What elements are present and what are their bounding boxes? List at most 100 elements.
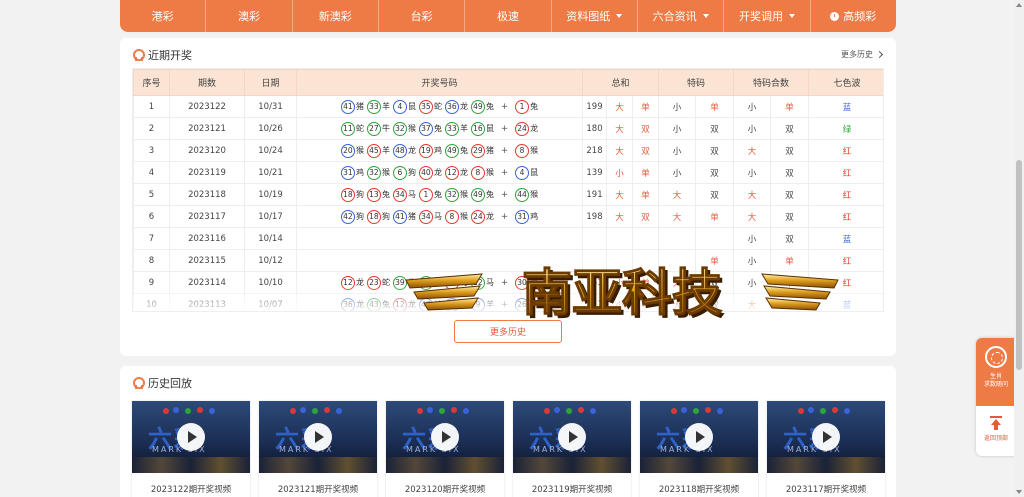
cell-date: 10/10 bbox=[244, 271, 297, 294]
video-title[interactable]: 2023121期开奖视频 bbox=[259, 483, 377, 495]
lottery-ball: 13 兔 bbox=[366, 187, 390, 202]
ball-number: 36 bbox=[340, 297, 355, 311]
video-title[interactable]: 2023117期开奖视频 bbox=[767, 483, 885, 495]
ball-zodiac: 狗 bbox=[407, 168, 416, 177]
cell-date: 10/19 bbox=[244, 183, 297, 206]
cell-special-parity: 单 bbox=[695, 205, 735, 228]
ball-zodiac: 马 bbox=[433, 212, 442, 221]
ball-zodiac: 龙 bbox=[355, 278, 364, 287]
video-thumbnail[interactable]: 六彩 MARK SIX bbox=[386, 401, 504, 473]
cell-index: 4 bbox=[133, 161, 170, 184]
video-title[interactable]: 2023120期开奖视频 bbox=[386, 483, 504, 495]
video-card[interactable]: 六彩 MARK SIX 2023122期开奖视频 bbox=[132, 401, 250, 497]
ball-number: 32 bbox=[444, 187, 459, 202]
more-history-button[interactable]: 更多历史 bbox=[454, 320, 562, 343]
zodiac-tool-button[interactable]: 生肖 求数随问 bbox=[976, 338, 1016, 406]
lottery-ball: 16 鼠 bbox=[470, 121, 494, 136]
ball-zodiac: 马 bbox=[407, 190, 416, 199]
nav-item-new-macau[interactable]: 新澳彩 bbox=[293, 0, 379, 32]
video-thumbnail[interactable]: 六彩 MARK SIX bbox=[259, 401, 377, 473]
cell-issue: 2023114 bbox=[169, 271, 245, 294]
cell-index: 5 bbox=[133, 183, 170, 206]
table-row: 4 2023119 10/21 31 鸡 32 猴 6 狗 40 龙 12 龙 8 猴 +4 鼠 139 小单小双小… bbox=[133, 161, 883, 184]
ball-number: 12 bbox=[340, 275, 355, 290]
ball-number: 49 bbox=[444, 143, 459, 158]
ball-zodiac: 狗 bbox=[381, 212, 390, 221]
play-icon[interactable] bbox=[431, 423, 459, 451]
video-thumbnail[interactable]: 六彩 MARK SIX bbox=[640, 401, 758, 473]
cell-numbers: 31 鸡 32 猴 6 狗 40 龙 12 龙 8 猴 +4 鼠 bbox=[296, 161, 583, 184]
ball-number: 11 bbox=[340, 121, 355, 136]
zodiac-tool-line-1: 生肖 bbox=[989, 373, 1002, 380]
cell-index: 2 bbox=[133, 117, 170, 140]
video-card[interactable]: 六彩 MARK SIX 2023119期开奖视频 bbox=[513, 401, 631, 497]
scroll-down-icon[interactable] bbox=[1016, 490, 1022, 494]
ball-number: 1 bbox=[515, 99, 530, 114]
col-header-issue: 期数 bbox=[169, 69, 245, 96]
more-history-link[interactable]: 更多历史 bbox=[841, 49, 884, 60]
ball-number: 18 bbox=[366, 209, 381, 224]
cell-date: 10/12 bbox=[244, 249, 297, 272]
lottery-ball: 32 猴 bbox=[366, 165, 390, 180]
cell-sum-parity: 单 bbox=[631, 95, 660, 118]
video-card[interactable]: 六彩 MARK SIX 2023121期开奖视频 bbox=[259, 401, 377, 497]
nav-item-high-freq[interactable]: 高频彩 bbox=[811, 0, 896, 32]
nav-item-news[interactable]: 六合资讯 bbox=[638, 0, 725, 32]
video-card[interactable]: 六彩 MARK SIX 2023117期开奖视频 bbox=[767, 401, 885, 497]
ball-zodiac: 猴 bbox=[459, 190, 468, 199]
ball-zodiac: 兔 bbox=[485, 102, 494, 111]
video-title[interactable]: 2023122期开奖视频 bbox=[132, 483, 250, 495]
nav-item-taiwan[interactable]: 台彩 bbox=[379, 0, 466, 32]
video-thumbnail[interactable]: 六彩 MARK SIX bbox=[767, 401, 885, 473]
video-card[interactable]: 六彩 MARK SIX 2023120期开奖视频 bbox=[386, 401, 504, 497]
back-to-top-button[interactable]: 返回顶部 bbox=[976, 406, 1016, 456]
cell-special-size: 小 bbox=[658, 95, 697, 118]
play-icon[interactable] bbox=[304, 423, 332, 451]
ball-zodiac: 兔 bbox=[433, 190, 442, 199]
video-thumbnail[interactable]: 六彩 MARK SIX bbox=[513, 401, 631, 473]
video-card[interactable]: 六彩 MARK SIX 2023118期开奖视频 bbox=[640, 401, 758, 497]
play-icon[interactable] bbox=[685, 423, 713, 451]
nav-item-speed[interactable]: 极速 bbox=[465, 0, 552, 32]
scroll-up-icon[interactable] bbox=[1016, 3, 1022, 7]
cell-index: 8 bbox=[133, 249, 170, 272]
col-header-numbers: 开奖号码 bbox=[296, 69, 583, 96]
nav-item-hk[interactable]: 港彩 bbox=[120, 0, 207, 32]
cell-issue: 2023118 bbox=[169, 183, 245, 206]
table-row: 5 2023118 10/19 18 狗 13 兔 34 马 1 兔 32 猴 49 兔 +44 猴 191 大单大… bbox=[133, 183, 883, 206]
ball-number: 8 bbox=[470, 165, 485, 180]
cell-special-sum-parity: 双 bbox=[770, 205, 810, 228]
play-icon[interactable] bbox=[558, 423, 586, 451]
video-thumbnail[interactable]: 六彩 MARK SIX bbox=[132, 401, 250, 473]
cell-wave: 红 bbox=[808, 183, 883, 206]
zodiac-wheel-icon bbox=[985, 346, 1007, 368]
nav-item-draw-call[interactable]: 开奖调用 bbox=[724, 0, 811, 32]
ball-number: 4 bbox=[392, 99, 407, 114]
ball-zodiac: 鼠 bbox=[485, 124, 494, 133]
cell-wave: 红 bbox=[808, 139, 883, 162]
nav-label: 澳彩 bbox=[237, 10, 260, 23]
ball-number: 18 bbox=[340, 187, 355, 202]
ball-zodiac: 龙 bbox=[433, 168, 442, 177]
nav-label: 极速 bbox=[496, 10, 519, 23]
lottery-ball: 45 羊 bbox=[366, 143, 390, 158]
ball-group: 20 猴 45 羊 48 龙 19 鸡 49 兔 29 猪 +8 猴 bbox=[297, 143, 582, 158]
play-icon[interactable] bbox=[812, 423, 840, 451]
nav-item-macau[interactable]: 澳彩 bbox=[206, 0, 293, 32]
scrollbar-thumb[interactable] bbox=[1016, 160, 1022, 370]
video-title[interactable]: 2023118期开奖视频 bbox=[640, 483, 758, 495]
ball-zodiac: 猴 bbox=[459, 212, 468, 221]
cell-special-parity: 双 bbox=[695, 161, 735, 184]
ball-group: 41 猪 33 羊 4 鼠 35 蛇 36 龙 49 兔 +1 兔 bbox=[297, 99, 582, 114]
balls-decor bbox=[671, 407, 723, 414]
section-title: 历史回放 bbox=[148, 377, 192, 390]
cell-date: 10/17 bbox=[244, 205, 297, 228]
lottery-ball: 41 猪 bbox=[340, 99, 364, 114]
more-history-button-label: 更多历史 bbox=[489, 328, 526, 338]
play-icon[interactable] bbox=[177, 423, 205, 451]
cell-special-sum-parity: 单 bbox=[770, 95, 810, 118]
cell-special-size: 大 bbox=[658, 183, 697, 206]
page-scrollbar[interactable] bbox=[1014, 0, 1024, 497]
nav-item-materials[interactable]: 资料图纸 bbox=[552, 0, 638, 32]
video-title[interactable]: 2023119期开奖视频 bbox=[513, 483, 631, 495]
